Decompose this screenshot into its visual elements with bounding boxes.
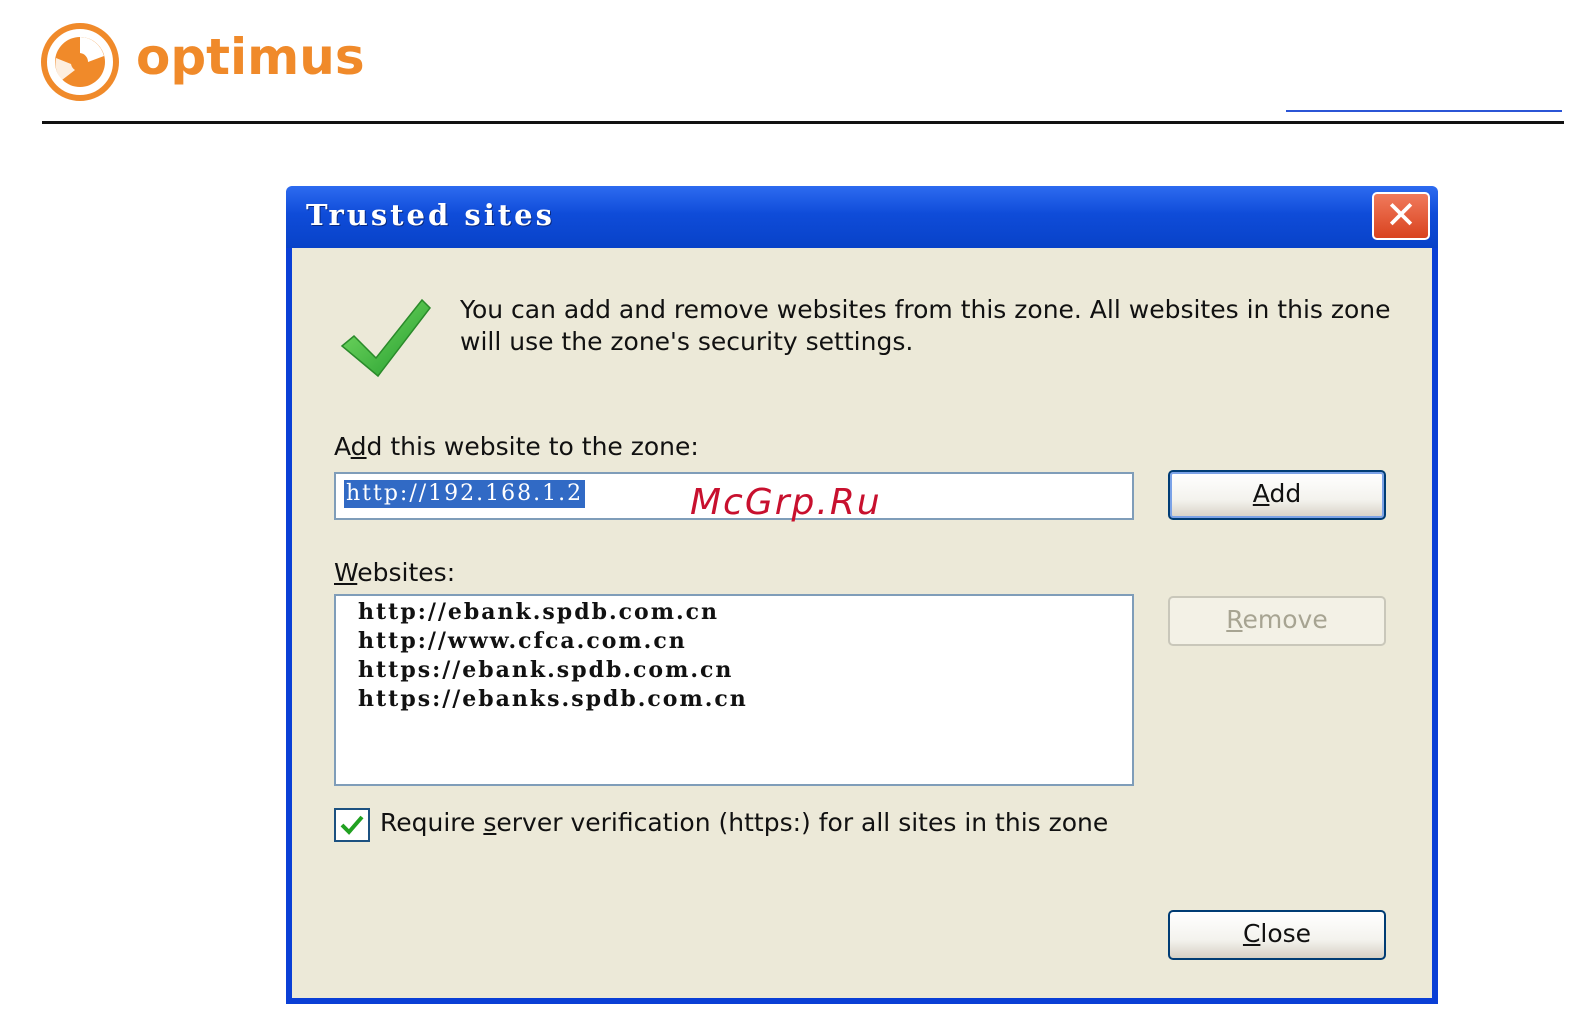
close-button[interactable]: Close: [1168, 910, 1386, 960]
logo: optimus: [40, 22, 365, 102]
require-verification-checkbox[interactable]: [334, 808, 370, 842]
dialog-title: Trusted sites: [306, 198, 555, 232]
websites-label: Websites:: [334, 558, 456, 587]
info-text: You can add and remove websites from thi…: [460, 295, 1391, 356]
checkmark-icon: [340, 815, 364, 835]
list-item[interactable]: https://ebanks.spdb.com.cn: [358, 685, 1132, 714]
dialog-client-area: You can add and remove websites from thi…: [292, 248, 1432, 998]
website-url-value[interactable]: http://192.168.1.2: [344, 480, 586, 508]
require-verification-label[interactable]: Require server verification (https:) for…: [380, 808, 1108, 837]
brand-name: optimus: [136, 28, 365, 86]
header-link-line: [1286, 110, 1562, 112]
optimus-logo-icon: [41, 23, 119, 101]
watermark: McGrp.Ru: [690, 482, 882, 523]
list-item[interactable]: http://ebank.spdb.com.cn: [358, 598, 1132, 627]
add-website-label: Add this website to the zone:: [334, 432, 699, 461]
dialog-titlebar[interactable]: Trusted sites ✕: [286, 186, 1438, 248]
trusted-sites-dialog: Trusted sites ✕ You can add and remove w…: [286, 186, 1438, 1004]
remove-button[interactable]: Remove: [1168, 596, 1386, 646]
green-checkmark-icon: [340, 298, 431, 378]
close-icon[interactable]: ✕: [1372, 192, 1430, 240]
list-item[interactable]: http://www.cfca.com.cn: [358, 627, 1132, 656]
list-item[interactable]: https://ebank.spdb.com.cn: [358, 656, 1132, 685]
add-button[interactable]: Add: [1168, 470, 1386, 520]
websites-list[interactable]: http://ebank.spdb.com.cn http://www.cfca…: [334, 594, 1134, 786]
header-divider: [42, 121, 1564, 124]
